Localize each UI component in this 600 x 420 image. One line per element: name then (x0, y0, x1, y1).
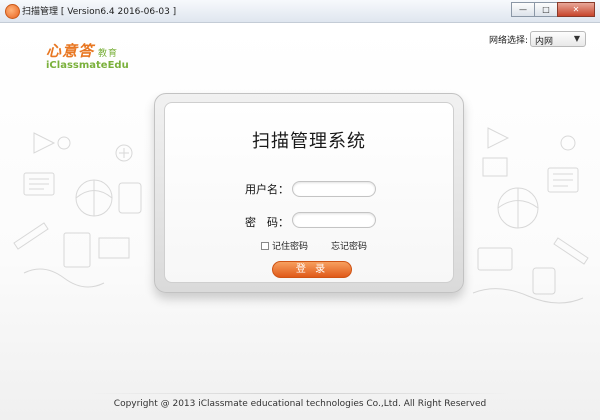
logo-text-en: iClassmateEdu (46, 60, 129, 71)
network-selector: 网络选择: 内网 ▼ (489, 31, 586, 47)
network-label: 网络选择: (488, 35, 528, 46)
login-title: 扫描管理系统 (252, 131, 366, 152)
window-title: 扫描管理 [ Version6.4 2016-06-03 ] (22, 7, 177, 17)
main-content: 心意答 教育 iClassmateEdu 网络选择: 内网 ▼ 扫描管理系统 用… (0, 23, 600, 420)
network-value: 内网 (535, 37, 554, 47)
remember-label: 记住密码 (272, 242, 309, 252)
doodle-illustration-left (13, 132, 142, 288)
login-panel-inner: 扫描管理系统 用户名： 密 码： 记住密码 忘记密码 登 录 (164, 102, 454, 283)
password-label: 密 码： (245, 216, 289, 229)
password-input[interactable] (292, 212, 376, 228)
close-button[interactable]: ✕ (557, 2, 595, 17)
maximize-button[interactable]: □ (534, 2, 558, 17)
window-titlebar: 扫描管理 [ Version6.4 2016-06-03 ] — □ ✕ (0, 0, 600, 23)
username-label: 用户名： (245, 183, 289, 196)
logo-text-cn: 心意答 教育 (46, 40, 129, 61)
login-button[interactable]: 登 录 (272, 261, 352, 278)
remember-checkbox[interactable] (261, 241, 269, 250)
network-dropdown[interactable]: 内网 ▼ (530, 31, 586, 47)
remember-password[interactable]: 记住密码 (261, 239, 308, 252)
doodle-illustration-right (472, 127, 589, 304)
logo-cn-main: 心意答 (46, 42, 95, 60)
login-panel: 扫描管理系统 用户名： 密 码： 记住密码 忘记密码 登 录 (154, 93, 464, 293)
brand-logo: 心意答 教育 iClassmateEdu (46, 40, 129, 71)
forgot-password-link[interactable]: 忘记密码 (331, 239, 367, 252)
copyright-footer: Copyright @ 2013 iClassmate educational … (113, 399, 487, 409)
footer-divider (90, 393, 510, 394)
logo-cn-sub: 教育 (98, 49, 119, 59)
username-input[interactable] (292, 181, 376, 197)
chevron-down-icon: ▼ (573, 34, 580, 43)
window-controls: — □ ✕ (511, 2, 595, 17)
minimize-button[interactable]: — (511, 2, 535, 17)
app-icon (5, 4, 20, 19)
